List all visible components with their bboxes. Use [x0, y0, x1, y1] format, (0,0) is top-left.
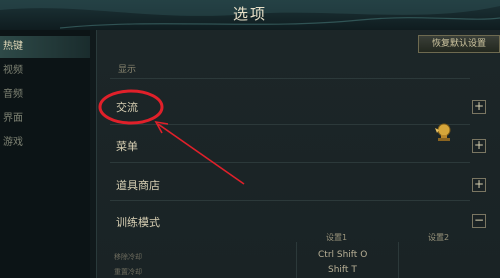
- sidebar-item-video[interactable]: 视频: [0, 60, 90, 82]
- divider: [110, 78, 470, 79]
- divider: [110, 124, 470, 125]
- section-practice-mode-label[interactable]: 训练模式: [116, 214, 160, 230]
- row-label: 重置冷却: [114, 268, 142, 276]
- divider: [110, 162, 470, 163]
- divider: [110, 200, 470, 201]
- section-communication-label[interactable]: 交流: [116, 99, 138, 115]
- expand-menu-button[interactable]: +: [472, 139, 486, 153]
- keybind-cell[interactable]: Shift T: [328, 265, 357, 275]
- keybind-cell[interactable]: Ctrl Shift O: [318, 250, 367, 260]
- sidebar: 热键 视频 音频 界面 游戏: [0, 30, 90, 278]
- title-bar: 选项: [0, 0, 500, 30]
- divider: [296, 242, 297, 278]
- keybinding-table: 设置1 设置2 移除冷却 Ctrl Shift O 重置冷却 Shift T: [110, 232, 490, 278]
- restore-defaults-button[interactable]: 恢复默认设置: [418, 35, 500, 53]
- sidebar-item-game[interactable]: 游戏: [0, 132, 90, 154]
- sidebar-item-hotkeys[interactable]: 热键: [0, 36, 90, 58]
- page-title: 选项: [232, 5, 267, 23]
- sidebar-item-audio[interactable]: 音频: [0, 84, 90, 106]
- section-menu-label[interactable]: 菜单: [116, 138, 138, 154]
- expand-item-shop-button[interactable]: +: [472, 178, 486, 192]
- divider: [398, 242, 399, 278]
- collapse-practice-mode-button[interactable]: −: [472, 214, 486, 228]
- section-display-label: 显示: [118, 65, 137, 75]
- trophy-icon: [435, 123, 451, 141]
- expand-communication-button[interactable]: +: [472, 100, 486, 114]
- sidebar-item-interface[interactable]: 界面: [0, 108, 90, 130]
- row-label: 移除冷却: [114, 253, 142, 261]
- section-item-shop-label[interactable]: 道具商店: [116, 177, 160, 193]
- column-header-setting1: 设置1: [326, 233, 348, 242]
- column-header-setting2: 设置2: [428, 233, 450, 242]
